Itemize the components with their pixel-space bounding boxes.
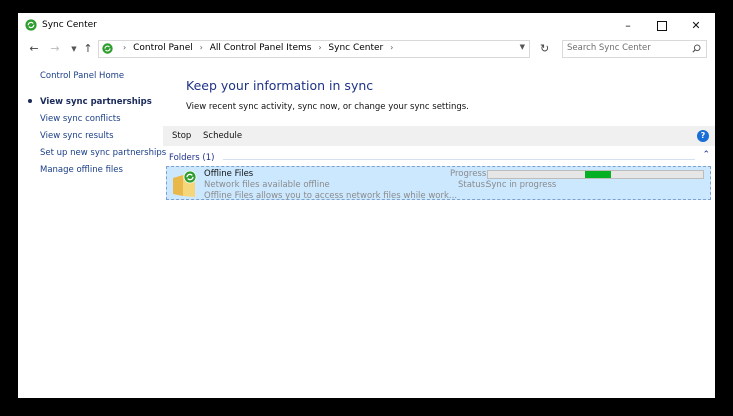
refresh-icon: ↻ [540,42,550,55]
breadcrumb-separator-icon[interactable]: › [200,43,203,52]
sidebar-item-control-panel-home[interactable]: Control Panel Home [40,71,124,81]
stop-button[interactable]: Stop [172,131,191,141]
progress-fill [584,171,611,178]
breadcrumb-separator-icon[interactable]: › [318,43,321,52]
status-label: Status: [458,180,488,190]
page-subtitle: View recent sync activity, sync now, or … [186,102,469,112]
help-icon[interactable]: ? [697,130,709,142]
offline-files-item[interactable]: Offline Files Network files available of… [166,166,711,201]
collapse-chevron-icon[interactable]: ⌃ [702,150,710,160]
folder-sync-icon [173,170,197,197]
maximize-button[interactable] [645,13,679,38]
search-input[interactable] [567,43,685,53]
minimize-icon: – [625,19,631,32]
address-dropdown-icon[interactable]: ▼ [520,43,525,51]
forward-arrow-icon: → [50,42,60,55]
search-icon[interactable] [692,44,701,53]
breadcrumb-separator-icon: › [123,43,127,52]
address-bar[interactable]: › Control Panel › All Control Panel Item… [98,40,530,58]
breadcrumb: › Control Panel › All Control Panel Item… [119,43,397,53]
title-bar[interactable]: Sync Center – ✕ [18,13,715,38]
back-button[interactable]: ← [27,41,41,57]
page-title: Keep your information in sync [186,78,374,93]
close-button[interactable]: ✕ [679,13,713,38]
sidebar-item-view-sync-partnerships[interactable]: View sync partnerships [28,97,152,107]
up-button[interactable]: ↑ [81,41,95,57]
window-title: Sync Center [42,20,97,30]
refresh-button[interactable]: ↻ [540,42,549,55]
toolbar: Stop Schedule ? [163,126,715,146]
breadcrumb-control-panel[interactable]: Control Panel [133,43,193,53]
item-detail: Offline Files allows you to access netwo… [204,191,458,201]
minimize-button[interactable]: – [611,13,645,38]
sync-progress-bar [487,170,704,179]
sync-center-window: Sync Center – ✕ ← → ▼ ↑ › Control Panel … [18,13,715,398]
group-header-folders[interactable]: Folders (1) [169,153,214,163]
breadcrumb-sync-center[interactable]: Sync Center [328,43,383,53]
current-page-bullet [28,99,32,103]
progress-label: Progress: [450,169,490,179]
maximize-icon [657,21,667,31]
sync-center-icon [25,19,37,31]
chevron-down-icon: ▼ [71,45,77,53]
up-arrow-icon: ↑ [83,42,93,55]
forward-button[interactable]: → [48,41,62,57]
sidebar-item-label: View sync partnerships [40,97,152,107]
main-content: Keep your information in sync View recen… [163,60,715,398]
breadcrumb-separator-icon[interactable]: › [390,43,393,52]
sidebar-item-set-up-partnerships[interactable]: Set up new sync partnerships [40,148,166,158]
sidebar-item-manage-offline-files[interactable]: Manage offline files [40,165,123,175]
address-row: ← → ▼ ↑ › Control Panel › All Control Pa… [18,38,715,60]
sidebar-item-view-sync-conflicts[interactable]: View sync conflicts [40,114,121,124]
status-value: Sync in progress [486,180,557,190]
schedule-button[interactable]: Schedule [203,131,242,141]
item-name: Offline Files [204,169,254,179]
recent-locations-button[interactable]: ▼ [67,41,81,57]
group-divider [223,159,695,160]
breadcrumb-all-items[interactable]: All Control Panel Items [210,43,312,53]
close-icon: ✕ [691,19,701,32]
item-description: Network files available offline [204,180,330,190]
back-arrow-icon: ← [29,42,39,55]
search-box[interactable] [562,40,707,58]
control-panel-icon [102,43,113,54]
sidebar-item-view-sync-results[interactable]: View sync results [40,131,114,141]
